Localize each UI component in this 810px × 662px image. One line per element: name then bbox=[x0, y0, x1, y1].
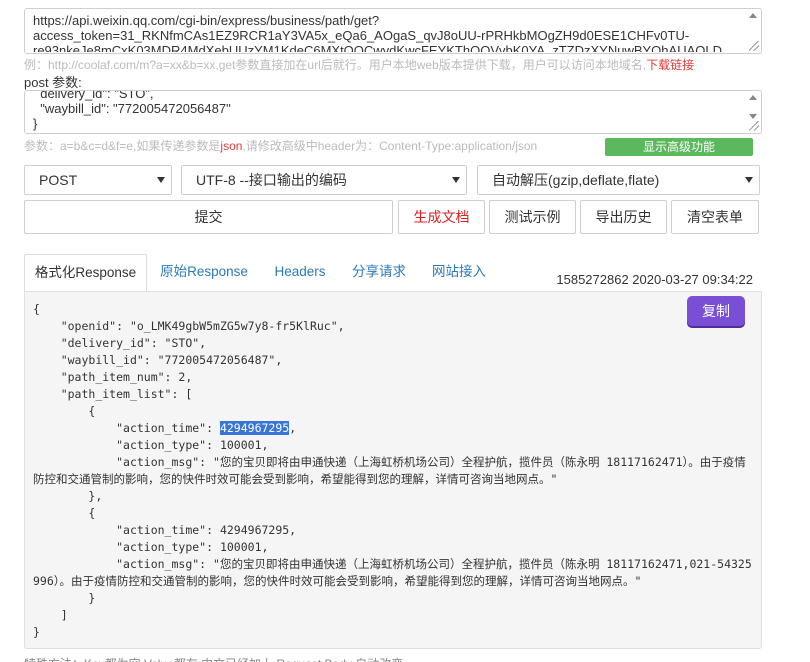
url-line: re93nkeJe8mCxK03MDR4MdXebUUzYM1KdeC6MXtO… bbox=[33, 43, 722, 52]
show-advanced-button[interactable]: 显示高级功能 bbox=[605, 138, 753, 156]
tab-headers[interactable]: Headers bbox=[267, 254, 333, 292]
code-line: "action_time": 4294967295, bbox=[33, 523, 297, 537]
code-line: "action_msg": "您的宝贝即将由申通快递（上海虹桥机场公司）全程护航… bbox=[33, 455, 746, 486]
footer-note: 特殊方法：Key都为空 Value都有 中文已经加上 Request Body … bbox=[24, 655, 403, 662]
code-line: { bbox=[33, 404, 96, 418]
generate-doc-button[interactable]: 生成文档 bbox=[398, 200, 485, 234]
post-hint-suffix: ,请修改高级中header为：Content-Type:application/… bbox=[242, 139, 538, 153]
scroll-up-arrow-icon[interactable] bbox=[749, 13, 757, 18]
post-line: } bbox=[33, 116, 38, 131]
code-line: } bbox=[33, 625, 40, 639]
code-line: ] bbox=[33, 608, 68, 622]
decompress-select[interactable]: 自动解压(gzip,deflate,flate) bbox=[477, 165, 760, 195]
scroll-up-arrow-icon[interactable] bbox=[749, 95, 757, 100]
method-select[interactable]: POST bbox=[24, 165, 172, 195]
code-line: { bbox=[33, 302, 40, 316]
code-line: "action_msg": "您的宝贝即将由申通快递（上海虹桥机场公司）全程护航… bbox=[33, 557, 752, 588]
post-params-label: post 参数: bbox=[24, 75, 82, 90]
code-key: "action_time": bbox=[33, 421, 220, 435]
tab-formatted-response[interactable]: 格式化Response bbox=[24, 254, 147, 292]
url-line: access_token=31_RKNfmCAs1EZ9RCR1aY3VA5x_… bbox=[33, 28, 690, 43]
chevron-down-icon bbox=[745, 177, 753, 183]
url-line: https://api.weixin.qq.com/cgi-bin/expres… bbox=[33, 13, 380, 28]
url-hint-text: 例：http://coolaf.com/m?a=xx&b=xx,get参数直接加… bbox=[24, 58, 647, 72]
test-example-button[interactable]: 测试示例 bbox=[489, 200, 576, 234]
code-line: { bbox=[33, 506, 96, 520]
code-line: "path_item_num": 2, bbox=[33, 370, 193, 384]
response-panel: 复制 { "openid": "o_LMK49gbW5mZG5w7y8-fr5K… bbox=[24, 291, 762, 649]
scroll-down-arrow-icon[interactable] bbox=[749, 114, 757, 119]
code-line: "openid": "o_LMK49gbW5mZG5w7y8-fr5KlRuc"… bbox=[33, 319, 345, 333]
tab-site-access[interactable]: 网站接入 bbox=[426, 254, 492, 292]
resize-handle-icon[interactable] bbox=[749, 41, 759, 51]
tab-raw-response[interactable]: 原始Response bbox=[154, 254, 254, 292]
post-line: "waybill_id": "772005472056487" bbox=[33, 101, 231, 116]
response-timestamp: 1585272862 2020-03-27 09:34:22 bbox=[556, 272, 753, 287]
resize-handle-icon[interactable] bbox=[749, 121, 759, 131]
post-hint-json: json bbox=[220, 139, 243, 153]
encoding-select[interactable]: UTF-8 --接口输出的编码 bbox=[181, 165, 467, 195]
encoding-value: UTF-8 --接口输出的编码 bbox=[196, 172, 347, 188]
post-hint: 参数：a=b&c=d&f=e,如果传递参数是json,请修改高级中header为… bbox=[24, 137, 537, 154]
post-hint-text: 参数：a=b&c=d&f=e,如果传递参数是 bbox=[24, 139, 221, 153]
chevron-down-icon bbox=[157, 177, 165, 183]
download-link[interactable]: 下载链接 bbox=[646, 58, 694, 72]
method-value: POST bbox=[39, 172, 78, 188]
url-hint: 例：http://coolaf.com/m?a=xx&b=xx,get参数直接加… bbox=[24, 56, 694, 73]
submit-button[interactable]: 提交 bbox=[24, 200, 393, 234]
chevron-down-icon bbox=[452, 177, 460, 183]
code-line: }, bbox=[33, 489, 103, 503]
code-line: "action_time": 4294967295, bbox=[33, 420, 755, 437]
code-line: "action_type": 100001, bbox=[33, 438, 269, 452]
post-body-input[interactable]: delivery_id": "STO", "waybill_id": "7720… bbox=[24, 90, 762, 134]
tab-share-request[interactable]: 分享请求 bbox=[346, 254, 412, 292]
clear-form-button[interactable]: 清空表单 bbox=[671, 200, 759, 234]
post-line: delivery_id": "STO", bbox=[33, 90, 154, 101]
code-line: "waybill_id": "772005472056487", bbox=[33, 353, 283, 367]
response-code[interactable]: { "openid": "o_LMK49gbW5mZG5w7y8-fr5KlRu… bbox=[33, 301, 755, 641]
decompress-value: 自动解压(gzip,deflate,flate) bbox=[492, 172, 660, 188]
code-punct: , bbox=[289, 421, 297, 435]
code-line: } bbox=[33, 591, 96, 605]
code-line: "delivery_id": "STO", bbox=[33, 336, 207, 350]
export-history-button[interactable]: 导出历史 bbox=[580, 200, 667, 234]
code-line: "path_item_list": [ bbox=[33, 387, 193, 401]
url-input[interactable]: https://api.weixin.qq.com/cgi-bin/expres… bbox=[24, 8, 762, 54]
selected-text: 4294967295 bbox=[219, 421, 290, 435]
code-line: "action_type": 100001, bbox=[33, 540, 269, 554]
